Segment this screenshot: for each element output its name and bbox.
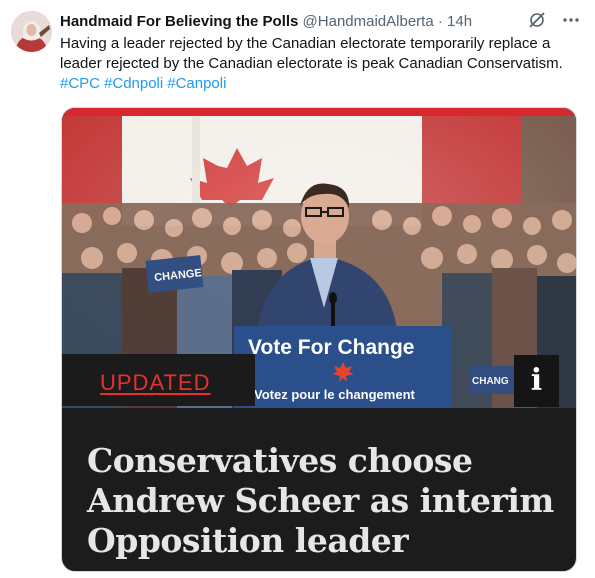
card-headline: Conservatives choose Andrew Scheer as in… [87, 441, 554, 560]
hashtag-link[interactable]: #CPC [60, 75, 100, 92]
more-icon[interactable] [561, 10, 581, 30]
updated-label: UPDATED [100, 370, 211, 395]
card-top-stripe [62, 108, 576, 116]
timestamp[interactable]: 14h [447, 13, 472, 30]
tweet[interactable]: Handmaid For Believing the Polls @Handma… [0, 0, 595, 578]
tweet-actions [527, 10, 581, 30]
display-name[interactable]: Handmaid For Believing the Polls [60, 13, 298, 30]
podium-slogan-french: Votez pour le changement [254, 387, 416, 402]
avatar-image [11, 11, 52, 52]
crowd-sign: CHANG [472, 376, 509, 387]
grok-icon[interactable] [527, 10, 547, 30]
avatar[interactable] [11, 11, 52, 52]
hashtags: #CPC #Cdnpoli #Canpoli [60, 74, 585, 94]
tweet-header: Handmaid For Believing the Polls @Handma… [60, 12, 581, 34]
link-card[interactable]: CHANGE CHANG Vote For Change Votez pour … [61, 107, 577, 572]
info-icon[interactable]: i [514, 355, 559, 407]
hashtag-link[interactable]: #Cdnpoli [104, 75, 163, 92]
separator-dot: · [437, 13, 443, 30]
tweet-text: Having a leader rejected by the Canadian… [60, 34, 585, 94]
user-handle[interactable]: @HandmaidAlberta [303, 13, 434, 30]
hashtag-link[interactable]: #Canpoli [167, 75, 226, 92]
podium-slogan: Vote For Change [248, 336, 414, 359]
tweet-body: Having a leader rejected by the Canadian… [60, 35, 563, 72]
